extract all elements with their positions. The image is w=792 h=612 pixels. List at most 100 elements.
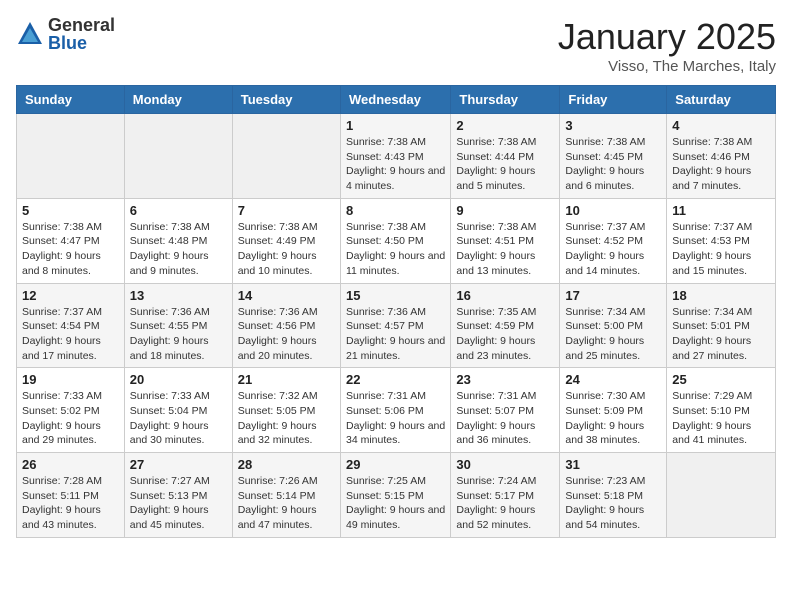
day-number: 21 <box>238 372 335 387</box>
day-info: Sunrise: 7:25 AM Sunset: 5:15 PM Dayligh… <box>346 474 445 533</box>
day-of-week-header: Sunday <box>17 86 125 114</box>
day-number: 7 <box>238 203 335 218</box>
title-block: January 2025 Visso, The Marches, Italy <box>558 16 776 75</box>
month-title: January 2025 <box>558 16 776 58</box>
day-info: Sunrise: 7:29 AM Sunset: 5:10 PM Dayligh… <box>672 389 770 448</box>
day-info: Sunrise: 7:27 AM Sunset: 5:13 PM Dayligh… <box>130 474 227 533</box>
calendar-day-cell: 15 Sunrise: 7:36 AM Sunset: 4:57 PM Dayli… <box>340 283 450 368</box>
day-info: Sunrise: 7:33 AM Sunset: 5:02 PM Dayligh… <box>22 389 119 448</box>
day-number: 31 <box>565 457 661 472</box>
day-number: 9 <box>456 203 554 218</box>
calendar-week-row: 26Sunrise: 7:28 AM Sunset: 5:11 PM Dayli… <box>17 453 776 538</box>
calendar-day-cell: 20 Sunrise: 7:33 AM Sunset: 5:04 PM Dayli… <box>124 368 232 453</box>
day-info: Sunrise: 7:36 AM Sunset: 4:55 PM Dayligh… <box>130 305 227 364</box>
day-number: 3 <box>565 118 661 133</box>
day-number: 24 <box>565 372 661 387</box>
day-number: 1 <box>346 118 445 133</box>
calendar-day-cell <box>124 114 232 199</box>
day-info: Sunrise: 7:26 AM Sunset: 5:14 PM Dayligh… <box>238 474 335 533</box>
day-of-week-header: Wednesday <box>340 86 450 114</box>
calendar-day-cell: 27 Sunrise: 7:27 AM Sunset: 5:13 PM Dayli… <box>124 453 232 538</box>
day-number: 8 <box>346 203 445 218</box>
day-info: Sunrise: 7:37 AM Sunset: 4:52 PM Dayligh… <box>565 220 661 279</box>
calendar-day-cell: 25Sunrise: 7:29 AM Sunset: 5:10 PM Dayli… <box>667 368 776 453</box>
day-info: Sunrise: 7:23 AM Sunset: 5:18 PM Dayligh… <box>565 474 661 533</box>
day-info: Sunrise: 7:37 AM Sunset: 4:54 PM Dayligh… <box>22 305 119 364</box>
day-number: 17 <box>565 288 661 303</box>
calendar-day-cell: 7 Sunrise: 7:38 AM Sunset: 4:49 PM Daylig… <box>232 198 340 283</box>
calendar-week-row: 1 Sunrise: 7:38 AM Sunset: 4:43 PM Daylig… <box>17 114 776 199</box>
day-info: Sunrise: 7:38 AM Sunset: 4:51 PM Dayligh… <box>456 220 554 279</box>
day-info: Sunrise: 7:24 AM Sunset: 5:17 PM Dayligh… <box>456 474 554 533</box>
calendar-day-cell: 24Sunrise: 7:30 AM Sunset: 5:09 PM Dayli… <box>560 368 667 453</box>
day-number: 16 <box>456 288 554 303</box>
day-info: Sunrise: 7:38 AM Sunset: 4:48 PM Dayligh… <box>130 220 227 279</box>
day-number: 30 <box>456 457 554 472</box>
day-number: 18 <box>672 288 770 303</box>
logo-icon <box>16 20 44 48</box>
calendar-day-cell: 31 Sunrise: 7:23 AM Sunset: 5:18 PM Dayli… <box>560 453 667 538</box>
day-number: 4 <box>672 118 770 133</box>
calendar-day-cell: 10Sunrise: 7:37 AM Sunset: 4:52 PM Dayli… <box>560 198 667 283</box>
day-of-week-header: Friday <box>560 86 667 114</box>
day-number: 13 <box>130 288 227 303</box>
calendar-day-cell <box>232 114 340 199</box>
day-info: Sunrise: 7:38 AM Sunset: 4:43 PM Dayligh… <box>346 135 445 194</box>
calendar-week-row: 12 Sunrise: 7:37 AM Sunset: 4:54 PM Dayli… <box>17 283 776 368</box>
calendar-day-cell: 12 Sunrise: 7:37 AM Sunset: 4:54 PM Dayli… <box>17 283 125 368</box>
calendar-week-row: 19 Sunrise: 7:33 AM Sunset: 5:02 PM Dayli… <box>17 368 776 453</box>
day-number: 12 <box>22 288 119 303</box>
day-number: 2 <box>456 118 554 133</box>
calendar-day-cell: 30 Sunrise: 7:24 AM Sunset: 5:17 PM Dayli… <box>451 453 560 538</box>
calendar-day-cell: 19 Sunrise: 7:33 AM Sunset: 5:02 PM Dayli… <box>17 368 125 453</box>
calendar-week-row: 5Sunrise: 7:38 AM Sunset: 4:47 PM Daylig… <box>17 198 776 283</box>
day-info: Sunrise: 7:34 AM Sunset: 5:00 PM Dayligh… <box>565 305 661 364</box>
day-info: Sunrise: 7:38 AM Sunset: 4:47 PM Dayligh… <box>22 220 119 279</box>
calendar-day-cell <box>17 114 125 199</box>
logo-general: General <box>48 16 115 34</box>
day-number: 22 <box>346 372 445 387</box>
day-info: Sunrise: 7:31 AM Sunset: 5:07 PM Dayligh… <box>456 389 554 448</box>
day-number: 19 <box>22 372 119 387</box>
day-info: Sunrise: 7:32 AM Sunset: 5:05 PM Dayligh… <box>238 389 335 448</box>
calendar-day-cell: 11Sunrise: 7:37 AM Sunset: 4:53 PM Dayli… <box>667 198 776 283</box>
day-info: Sunrise: 7:38 AM Sunset: 4:44 PM Dayligh… <box>456 135 554 194</box>
day-number: 27 <box>130 457 227 472</box>
day-number: 6 <box>130 203 227 218</box>
calendar-header-row: SundayMondayTuesdayWednesdayThursdayFrid… <box>17 86 776 114</box>
calendar-day-cell: 18 Sunrise: 7:34 AM Sunset: 5:01 PM Dayli… <box>667 283 776 368</box>
logo-blue: Blue <box>48 34 115 52</box>
day-info: Sunrise: 7:36 AM Sunset: 4:57 PM Dayligh… <box>346 305 445 364</box>
day-number: 15 <box>346 288 445 303</box>
day-info: Sunrise: 7:38 AM Sunset: 4:50 PM Dayligh… <box>346 220 445 279</box>
day-number: 20 <box>130 372 227 387</box>
day-number: 29 <box>346 457 445 472</box>
logo-text: General Blue <box>48 16 115 52</box>
calendar-day-cell: 3 Sunrise: 7:38 AM Sunset: 4:45 PM Daylig… <box>560 114 667 199</box>
calendar-day-cell: 1 Sunrise: 7:38 AM Sunset: 4:43 PM Daylig… <box>340 114 450 199</box>
calendar-day-cell: 23 Sunrise: 7:31 AM Sunset: 5:07 PM Dayli… <box>451 368 560 453</box>
day-number: 28 <box>238 457 335 472</box>
day-of-week-header: Monday <box>124 86 232 114</box>
calendar-day-cell: 2 Sunrise: 7:38 AM Sunset: 4:44 PM Daylig… <box>451 114 560 199</box>
calendar-day-cell: 29 Sunrise: 7:25 AM Sunset: 5:15 PM Dayli… <box>340 453 450 538</box>
calendar-day-cell: 8 Sunrise: 7:38 AM Sunset: 4:50 PM Daylig… <box>340 198 450 283</box>
calendar-table: SundayMondayTuesdayWednesdayThursdayFrid… <box>16 85 776 538</box>
day-info: Sunrise: 7:36 AM Sunset: 4:56 PM Dayligh… <box>238 305 335 364</box>
day-info: Sunrise: 7:34 AM Sunset: 5:01 PM Dayligh… <box>672 305 770 364</box>
day-of-week-header: Thursday <box>451 86 560 114</box>
logo: General Blue <box>16 16 115 52</box>
calendar-day-cell: 21 Sunrise: 7:32 AM Sunset: 5:05 PM Dayli… <box>232 368 340 453</box>
calendar-day-cell: 9 Sunrise: 7:38 AM Sunset: 4:51 PM Daylig… <box>451 198 560 283</box>
day-info: Sunrise: 7:31 AM Sunset: 5:06 PM Dayligh… <box>346 389 445 448</box>
day-info: Sunrise: 7:33 AM Sunset: 5:04 PM Dayligh… <box>130 389 227 448</box>
day-info: Sunrise: 7:35 AM Sunset: 4:59 PM Dayligh… <box>456 305 554 364</box>
day-number: 14 <box>238 288 335 303</box>
day-info: Sunrise: 7:38 AM Sunset: 4:45 PM Dayligh… <box>565 135 661 194</box>
day-info: Sunrise: 7:28 AM Sunset: 5:11 PM Dayligh… <box>22 474 119 533</box>
day-info: Sunrise: 7:38 AM Sunset: 4:49 PM Dayligh… <box>238 220 335 279</box>
day-info: Sunrise: 7:37 AM Sunset: 4:53 PM Dayligh… <box>672 220 770 279</box>
day-number: 23 <box>456 372 554 387</box>
calendar-day-cell: 26Sunrise: 7:28 AM Sunset: 5:11 PM Dayli… <box>17 453 125 538</box>
calendar-day-cell: 28 Sunrise: 7:26 AM Sunset: 5:14 PM Dayli… <box>232 453 340 538</box>
